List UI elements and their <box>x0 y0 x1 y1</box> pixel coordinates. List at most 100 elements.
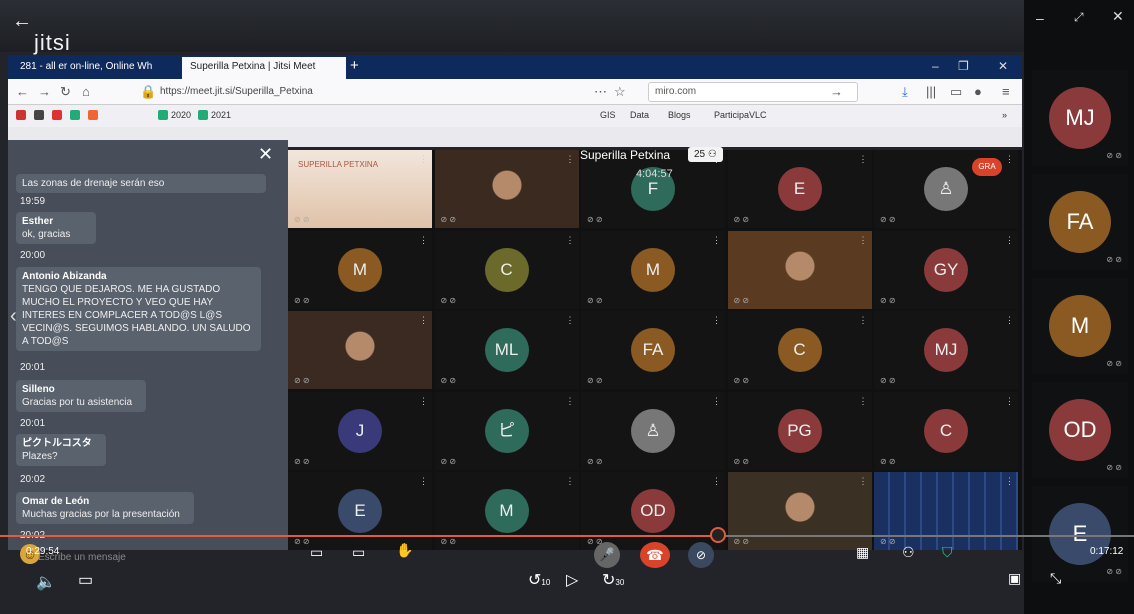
progress-track[interactable] <box>718 535 1134 537</box>
skip-back-icon[interactable]: ↺10 <box>528 570 550 590</box>
minimize-player-icon[interactable]: – <box>1036 10 1044 26</box>
bookmark-gis[interactable]: GIS <box>600 110 616 120</box>
tile-menu-icon[interactable]: ⋮ <box>712 235 721 246</box>
tile-menu-icon[interactable]: ⋮ <box>1005 154 1014 165</box>
participant-tile[interactable]: GY ⊘ ⊘ ⋮ <box>874 230 1018 309</box>
tile-view-icon[interactable]: ▦ <box>856 544 869 561</box>
search-field[interactable]: miro.com <box>648 82 858 102</box>
forward-icon[interactable]: → <box>38 84 51 99</box>
tile-menu-icon[interactable]: ⋮ <box>419 235 428 246</box>
menu-icon[interactable]: ≡ <box>1002 84 1010 99</box>
participant-tile[interactable]: M ⊘ ⊘ ⋮ <box>581 230 725 309</box>
bookmark-favicon-icon[interactable] <box>70 110 80 120</box>
participant-tile[interactable]: E ⊘ ⊘ ⋮ <box>727 150 872 228</box>
tile-menu-icon[interactable]: ⋮ <box>1005 315 1014 326</box>
back-icon[interactable]: ← <box>16 84 29 99</box>
sidebar-icon[interactable]: ▭ <box>950 84 962 100</box>
filmstrip-tile[interactable]: FA ⊘ ⊘ <box>1032 174 1128 270</box>
filmstrip-tile[interactable]: OD ⊘ ⊘ <box>1032 382 1128 478</box>
participant-tile[interactable]: ML ⊘ ⊘ ⋮ <box>434 311 579 389</box>
participant-tile[interactable]: ピ ⊘ ⊘ ⋮ <box>434 391 579 470</box>
security-shield-icon[interactable]: ⛉ <box>942 544 953 561</box>
tile-menu-icon[interactable]: ⋮ <box>566 396 575 407</box>
bookmark-participavlc[interactable]: ParticipaVLC <box>714 110 767 120</box>
bookmark-favicon-icon[interactable] <box>52 110 62 120</box>
participants-icon[interactable]: ⚇ <box>902 544 915 561</box>
tab-jitsi[interactable]: Superilla Petxina | Jitsi Meet <box>182 57 346 79</box>
close-chat-icon[interactable]: ✕ <box>258 144 273 165</box>
tile-menu-icon[interactable]: ⋮ <box>419 476 428 487</box>
filmstrip-tile[interactable]: MJ ⊘ ⊘ <box>1032 70 1128 166</box>
bookmark-favicon-icon[interactable] <box>88 110 98 120</box>
participant-tile[interactable]: FA ⊘ ⊘ ⋮ <box>581 311 725 389</box>
progress-bar[interactable] <box>0 535 718 537</box>
chat-toggle-icon[interactable]: ▭ <box>310 544 323 561</box>
new-tab-plus-icon[interactable]: + <box>350 57 359 74</box>
participant-tile[interactable]: ⊘ ⊘ ⋮ <box>727 472 872 550</box>
play-icon[interactable]: ▷ <box>566 570 578 590</box>
profile-icon[interactable]: ● <box>974 84 982 99</box>
tile-menu-icon[interactable]: ⋮ <box>859 154 868 165</box>
participant-tile[interactable]: M ⊘ ⊘ ⋮ <box>434 472 579 550</box>
tile-menu-icon[interactable]: ⋮ <box>712 315 721 326</box>
chat-collapse-chevron-icon[interactable]: ‹ <box>10 305 17 328</box>
tile-menu-icon[interactable]: ⋮ <box>859 396 868 407</box>
participant-tile[interactable]: ⊘ ⊘ ⋮ <box>874 472 1018 550</box>
captions-icon[interactable]: ▭ <box>78 570 93 590</box>
skip-forward-icon[interactable]: ↻30 <box>602 570 624 590</box>
participant-tile[interactable]: C ⊘ ⊘ ⋮ <box>874 391 1018 470</box>
participant-tile[interactable]: ⊘ ⊘ ⋮ <box>288 311 432 389</box>
url-field[interactable]: https://meet.jit.si/Superilla_Petxina <box>154 82 644 102</box>
reload-icon[interactable]: ↻ <box>60 84 71 100</box>
participant-tile[interactable]: SUPERILLA PETXINA ⊘ ⊘ ⋮ <box>288 150 432 228</box>
download-icon[interactable]: ⤓ <box>902 84 908 100</box>
participant-tile[interactable]: C ⊘ ⊘ ⋮ <box>434 230 579 309</box>
participant-tile[interactable]: E ⊘ ⊘ ⋮ <box>288 472 432 550</box>
tile-menu-icon[interactable]: ⋮ <box>712 476 721 487</box>
filmstrip-tile[interactable]: M ⊘ ⊘ <box>1032 278 1128 374</box>
camera-off-icon[interactable]: ⊘ <box>688 542 714 568</box>
screen-share-icon[interactable]: ▭ <box>352 544 365 561</box>
tile-menu-icon[interactable]: ⋮ <box>566 235 575 246</box>
mic-icon[interactable]: 🎤 <box>594 542 620 568</box>
minimize-icon[interactable]: – <box>932 59 939 73</box>
tile-menu-icon[interactable]: ⋮ <box>566 315 575 326</box>
tile-menu-icon[interactable]: ⋮ <box>1005 235 1014 246</box>
tile-menu-icon[interactable]: ⋮ <box>859 476 868 487</box>
bookmark-blogs[interactable]: Blogs <box>668 110 691 120</box>
page-actions-icon[interactable]: ⋯ <box>594 84 607 100</box>
tile-menu-icon[interactable]: ⋮ <box>859 315 868 326</box>
fullscreen-icon[interactable]: ⤡ <box>1050 570 1061 587</box>
home-icon[interactable]: ⌂ <box>82 84 90 99</box>
bookmark-data[interactable]: Data <box>630 110 649 120</box>
search-go-icon[interactable]: → <box>830 84 843 99</box>
participant-tile[interactable]: C ⊘ ⊘ ⋮ <box>727 311 872 389</box>
raise-hand-icon[interactable]: ✋ <box>396 542 413 559</box>
bookmarks-overflow-icon[interactable]: » <box>1002 110 1007 120</box>
tile-menu-icon[interactable]: ⋮ <box>566 154 575 165</box>
bookmark-favicon-icon[interactable] <box>34 110 44 120</box>
participant-tile[interactable]: PG ⊘ ⊘ ⋮ <box>727 391 872 470</box>
expand-icon[interactable]: ⤢ <box>1074 10 1084 25</box>
participant-tile[interactable]: J ⊘ ⊘ ⋮ <box>288 391 432 470</box>
filmstrip-tile[interactable]: E ⊘ ⊘ <box>1032 486 1128 582</box>
tile-menu-icon[interactable]: ⋮ <box>419 396 428 407</box>
progress-scrubber[interactable] <box>710 527 726 543</box>
library-icon[interactable]: ||| <box>926 84 936 99</box>
back-arrow-icon[interactable]: ← <box>12 10 32 33</box>
participants-badge[interactable]: 25 ⚇ <box>688 147 723 162</box>
bookmark-2021[interactable]: 2021 <box>211 110 231 120</box>
participant-tile[interactable]: M ⊘ ⊘ ⋮ <box>288 230 432 309</box>
tile-menu-icon[interactable]: ⋮ <box>566 476 575 487</box>
participant-tile[interactable]: OD ⊘ ⊘ ⋮ <box>581 472 725 550</box>
participant-tile[interactable]: ♙ ⊘ ⊘ ⋮ <box>581 391 725 470</box>
close-player-icon[interactable]: ✕ <box>1112 8 1124 25</box>
participant-tile[interactable]: ⊘ ⊘ ⋮ <box>434 150 579 228</box>
participant-tile[interactable]: ⊘ ⊘ ⋮ <box>727 230 872 309</box>
tile-menu-icon[interactable]: ⋮ <box>859 235 868 246</box>
bookmark-star-icon[interactable]: ☆ <box>614 84 626 100</box>
picture-in-picture-icon[interactable]: ▣ <box>1008 570 1021 587</box>
restore-icon[interactable]: ❐ <box>958 59 969 73</box>
tile-menu-icon[interactable]: ⋮ <box>419 154 428 165</box>
participant-tile[interactable]: MJ ⊘ ⊘ ⋮ <box>874 311 1018 389</box>
